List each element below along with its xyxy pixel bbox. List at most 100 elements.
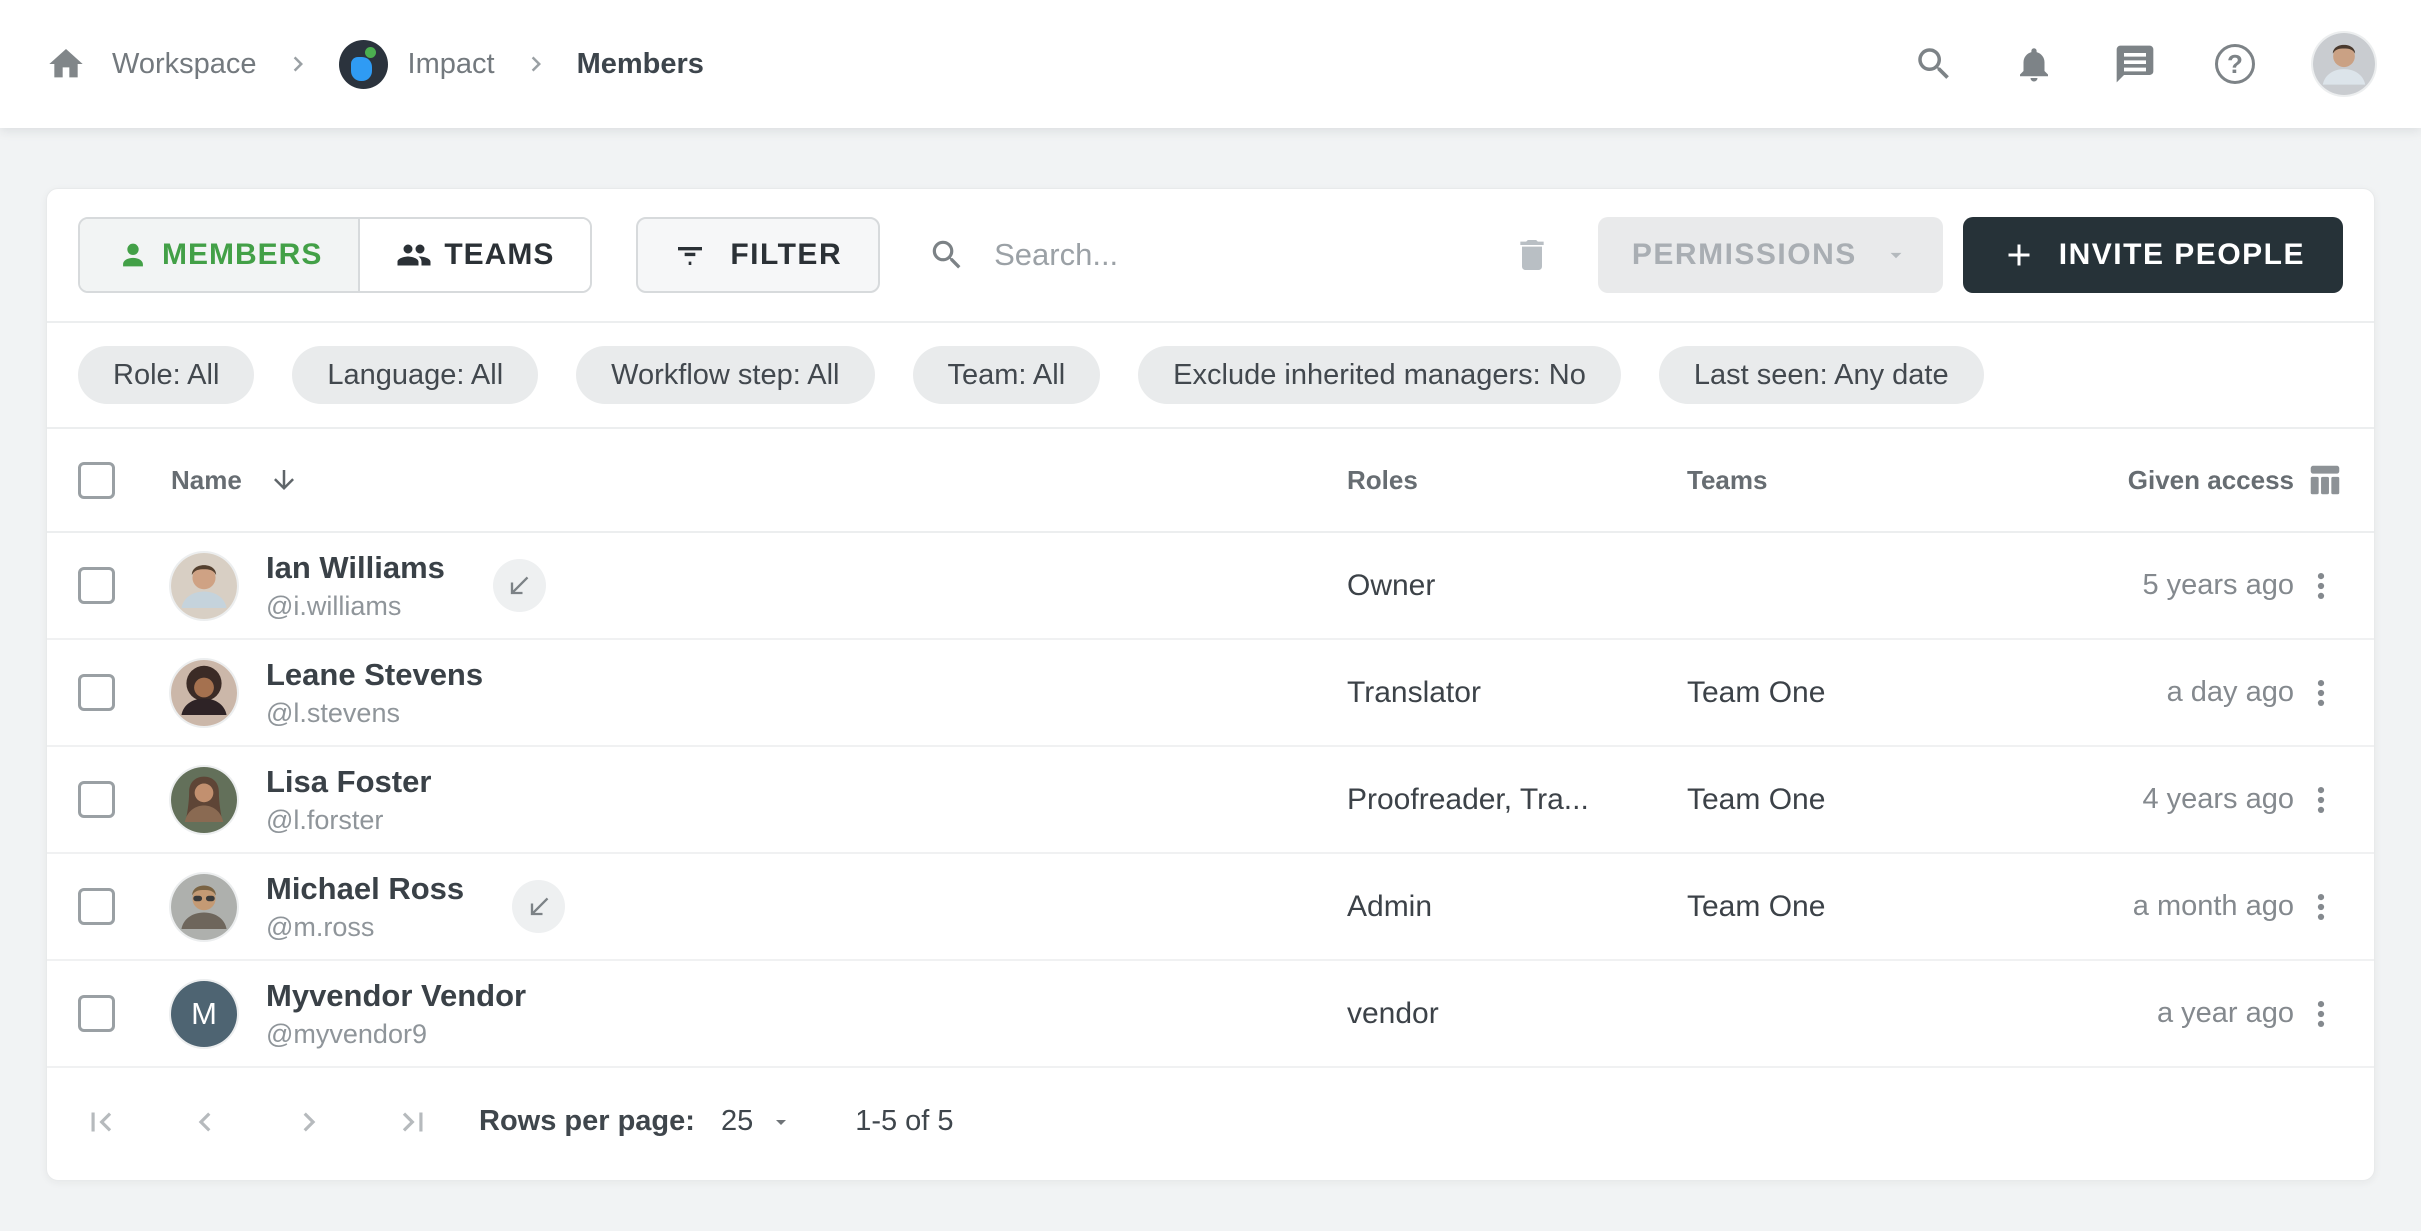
row-menu-icon[interactable] [2298,777,2344,823]
member-name-cell: Lisa Foster @l.forster [266,764,1347,836]
member-avatar[interactable]: M [171,981,237,1047]
help-icon[interactable]: ? [2215,44,2255,84]
member-given-access: 4 years ago [2117,783,2294,816]
breadcrumb-current-page: Members [577,48,704,81]
next-page-icon[interactable] [283,1096,335,1148]
row-menu-icon[interactable] [2298,563,2344,609]
invite-people-button[interactable]: INVITE PEOPLE [1963,217,2343,293]
login-direction-badge [512,880,565,933]
search-icon [928,236,966,274]
member-teams: Team One [1687,783,2117,817]
chevron-right-icon [521,49,551,79]
rows-per-page-select[interactable]: 25 [721,1105,753,1138]
member-roles: Owner [1347,569,1687,603]
tab-teams-label: TEAMS [444,238,554,272]
filter-chips: Role: All Language: All Workflow step: A… [47,323,2374,429]
people-icon [396,237,432,273]
member-given-access: a year ago [2117,997,2294,1030]
row-checkbox[interactable] [78,567,115,604]
row-menu-icon[interactable] [2298,670,2344,716]
table-row: Ian Williams @i.williams Owner 5 years a… [47,533,2374,640]
home-icon[interactable] [46,44,86,84]
member-avatar[interactable] [171,874,237,940]
previous-page-icon[interactable] [179,1096,231,1148]
search-field [928,236,1492,274]
chip-workflow-step[interactable]: Workflow step: All [576,346,874,404]
column-header-name[interactable]: Name [171,465,1347,496]
avatar-letter: M [191,996,217,1032]
member-name[interactable]: Lisa Foster [266,764,431,800]
row-checkbox[interactable] [78,888,115,925]
member-name[interactable]: Michael Ross [266,871,464,907]
filter-button[interactable]: FILTER [636,217,880,293]
breadcrumb: Workspace Impact Members [46,40,704,89]
delete-icon[interactable] [1512,235,1552,275]
notifications-bell-icon[interactable] [2013,43,2055,85]
member-handle: @m.ross [266,912,464,943]
chip-role[interactable]: Role: All [78,346,254,404]
project-logo[interactable] [339,40,388,89]
member-teams: Team One [1687,890,2117,924]
member-avatar[interactable] [171,767,237,833]
row-menu-icon[interactable] [2298,884,2344,930]
table-row: M Myvendor Vendor @myvendor9 vendor a ye… [47,961,2374,1068]
member-handle: @l.stevens [266,698,483,729]
member-avatar[interactable] [171,553,237,619]
chevron-right-icon [283,49,313,79]
sort-descending-icon [269,465,299,495]
member-name[interactable]: Leane Stevens [266,657,483,693]
breadcrumb-workspace[interactable]: Workspace [112,48,257,81]
arrow-southwest-icon [525,893,553,921]
member-roles: Proofreader, Tra... [1347,783,1687,817]
member-name-cell: Ian Williams @i.williams [266,550,1347,622]
member-name-cell: Michael Ross @m.ross [266,871,1347,943]
pagination-bar: Rows per page: 25 1-5 of 5 [47,1068,2374,1175]
row-checkbox[interactable] [78,781,115,818]
messages-icon[interactable] [2113,42,2157,86]
column-header-given-access: Given access [2117,465,2294,496]
row-checkbox[interactable] [78,674,115,711]
tab-members-label: MEMBERS [162,238,322,272]
tab-members[interactable]: MEMBERS [80,219,358,291]
tab-teams[interactable]: TEAMS [358,219,590,291]
table-header: Name Roles Teams Given access [47,429,2374,533]
plus-icon [2001,237,2037,273]
permissions-button-label: PERMISSIONS [1632,238,1857,272]
member-name[interactable]: Ian Williams [266,550,445,586]
permissions-button[interactable]: PERMISSIONS [1598,217,1943,293]
login-direction-badge [493,559,546,612]
rows-per-page-label: Rows per page: [479,1105,695,1138]
column-name-label: Name [171,465,242,496]
row-checkbox[interactable] [78,995,115,1032]
members-page: MEMBERS TEAMS FILTER [0,128,2421,1181]
chip-team[interactable]: Team: All [913,346,1101,404]
filter-icon [674,239,706,271]
last-page-icon[interactable] [387,1096,439,1148]
member-given-access: a month ago [2117,890,2294,923]
first-page-icon[interactable] [75,1096,127,1148]
member-given-access: 5 years ago [2117,569,2294,602]
member-avatar[interactable] [171,660,237,726]
search-icon[interactable] [1913,43,1955,85]
chip-exclude-inherited-managers[interactable]: Exclude inherited managers: No [1138,346,1621,404]
member-handle: @l.forster [266,805,431,836]
breadcrumb-project[interactable]: Impact [408,48,495,81]
caret-down-icon[interactable] [769,1110,793,1134]
row-menu-icon[interactable] [2298,991,2344,1037]
pagination-range: 1-5 of 5 [855,1105,953,1138]
column-settings-icon[interactable] [2306,461,2344,499]
column-header-roles: Roles [1347,465,1687,496]
table-row: Lisa Foster @l.forster Proofreader, Tra.… [47,747,2374,854]
table-row: Michael Ross @m.ross Admin Team One a mo… [47,854,2374,961]
column-header-teams: Teams [1687,465,2117,496]
user-avatar[interactable] [2313,33,2375,95]
filter-button-label: FILTER [730,238,842,272]
select-all-checkbox[interactable] [78,462,115,499]
topbar-actions: ? [1913,33,2375,95]
arrow-southwest-icon [505,572,533,600]
member-roles: Translator [1347,676,1687,710]
search-input[interactable] [994,237,1492,273]
chip-last-seen[interactable]: Last seen: Any date [1659,346,1984,404]
member-name[interactable]: Myvendor Vendor [266,978,526,1014]
chip-language[interactable]: Language: All [292,346,538,404]
